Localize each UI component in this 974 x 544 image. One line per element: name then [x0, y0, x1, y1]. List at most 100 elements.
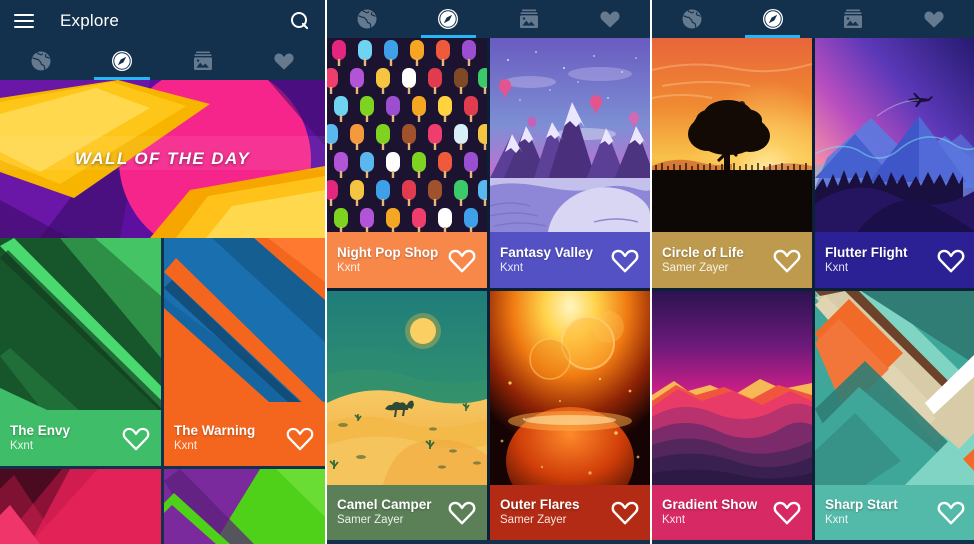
wallpaper-card[interactable]: Fantasy Valley Kxnt	[490, 38, 650, 288]
tab-globe[interactable]	[652, 0, 733, 38]
card-caption: The Envy Kxnt	[0, 410, 161, 466]
heart-outline-icon[interactable]	[610, 498, 640, 526]
globe-icon	[682, 9, 702, 29]
image-stack-icon	[844, 9, 863, 28]
compass-icon	[111, 51, 132, 71]
card-author: Kxnt	[825, 262, 849, 274]
tab-explore[interactable]	[408, 0, 489, 38]
card-title: The Warning	[174, 423, 256, 438]
screen-explore-featured: Explore WALL OF THE DAY The Envy Kxnt Th…	[0, 0, 325, 544]
card-author: Samer Zayer	[662, 262, 729, 274]
flutter-flight-artwork	[815, 38, 974, 232]
heart-outline-icon[interactable]	[936, 498, 966, 526]
heart-outline-icon[interactable]	[772, 498, 802, 526]
heart-icon	[600, 11, 620, 28]
purple-green-artwork	[164, 469, 325, 544]
tab-bar	[327, 0, 650, 38]
wallpaper-card[interactable]: Outer Flares Samer Zayer	[490, 291, 650, 540]
card-title: Outer Flares	[500, 497, 580, 512]
hamburger-menu-icon[interactable]	[14, 14, 34, 28]
card-caption: The Warning Kxnt	[164, 410, 325, 466]
heart-outline-icon[interactable]	[772, 246, 802, 274]
heart-outline-icon[interactable]	[447, 498, 477, 526]
tab-favorites[interactable]	[569, 0, 650, 38]
tab-gallery[interactable]	[489, 0, 570, 38]
tab-indicator	[745, 35, 801, 38]
grid-divider	[327, 288, 650, 291]
heart-outline-icon[interactable]	[285, 424, 315, 452]
wall-of-the-day-card[interactable]: WALL OF THE DAY	[0, 80, 325, 238]
wallpaper-grid: Night Pop Shop Kxnt Fantasy Valley Kxnt …	[327, 38, 650, 540]
card-title: Fantasy Valley	[500, 245, 594, 260]
wallpaper-card[interactable]: Circle of Life Samer Zayer	[652, 38, 812, 288]
card-caption: Gradient Show Kxnt	[652, 484, 812, 540]
card-author: Kxnt	[500, 262, 524, 274]
card-author: Kxnt	[10, 440, 34, 452]
app-bar: Explore	[0, 0, 325, 42]
image-stack-icon	[519, 9, 538, 28]
wallpaper-card[interactable]: Camel Camper Samer Zayer	[327, 291, 487, 540]
heart-outline-icon[interactable]	[447, 246, 477, 274]
heart-outline-icon[interactable]	[936, 246, 966, 274]
globe-icon	[357, 9, 377, 29]
card-author: Samer Zayer	[500, 514, 567, 526]
tab-indicator	[420, 35, 476, 38]
wallpaper-card[interactable]: Flutter Flight Kxnt	[815, 38, 974, 288]
wallpaper-card[interactable]: Night Pop Shop Kxnt	[327, 38, 487, 288]
dark-red-artwork	[0, 469, 161, 544]
card-title: Gradient Show	[662, 497, 758, 512]
tab-favorites[interactable]	[244, 42, 325, 80]
compass-icon	[762, 9, 783, 29]
card-caption: Outer Flares Samer Zayer	[490, 484, 650, 540]
card-caption: Flutter Flight Kxnt	[815, 232, 974, 288]
card-author: Kxnt	[662, 514, 686, 526]
card-caption: Camel Camper Samer Zayer	[327, 484, 487, 540]
card-title: Sharp Start	[825, 497, 898, 512]
wallpaper-card[interactable]: Sharp Start Kxnt	[815, 291, 974, 540]
wallpaper-card[interactable]: The Warning Kxnt	[164, 238, 325, 466]
card-author: Kxnt	[174, 440, 198, 452]
grid-divider	[652, 288, 974, 291]
wallpaper-card[interactable]: Gradient Show Kxnt	[652, 291, 812, 540]
tab-indicator	[94, 77, 150, 80]
featured-label: WALL OF THE DAY	[74, 149, 251, 168]
heart-outline-icon[interactable]	[610, 246, 640, 274]
heart-icon	[924, 11, 944, 28]
outer-flares-artwork	[490, 291, 650, 485]
tab-gallery[interactable]	[163, 42, 244, 80]
card-title: Camel Camper	[337, 497, 432, 512]
wallpaper-grid: Circle of Life Samer Zayer Flutter Fligh…	[652, 38, 974, 540]
tab-explore[interactable]	[733, 0, 814, 38]
screen-explore-grid-b: Circle of Life Samer Zayer Flutter Fligh…	[650, 0, 974, 544]
wallpaper-card-partial[interactable]	[0, 469, 161, 544]
tab-favorites[interactable]	[894, 0, 974, 38]
compass-icon	[438, 9, 459, 29]
tab-bar	[0, 42, 325, 80]
tab-explore[interactable]	[81, 42, 162, 80]
card-title: Flutter Flight	[825, 245, 908, 260]
search-icon[interactable]	[289, 10, 311, 32]
card-title: Night Pop Shop	[337, 245, 439, 260]
tab-gallery[interactable]	[813, 0, 894, 38]
card-caption: Fantasy Valley Kxnt	[490, 232, 650, 288]
circle-of-life-artwork	[652, 38, 812, 232]
fantasy-valley-artwork	[490, 38, 650, 232]
tab-bar	[652, 0, 974, 38]
tab-globe[interactable]	[327, 0, 408, 38]
card-title: Circle of Life	[662, 245, 744, 260]
card-caption: Night Pop Shop Kxnt	[327, 232, 487, 288]
camel-camper-artwork	[327, 291, 487, 485]
card-author: Samer Zayer	[337, 514, 404, 526]
wallpaper-card-partial[interactable]	[164, 469, 325, 544]
card-title: The Envy	[10, 423, 71, 438]
screen-explore-grid-a: Night Pop Shop Kxnt Fantasy Valley Kxnt …	[325, 0, 650, 544]
heart-outline-icon[interactable]	[121, 424, 151, 452]
sharp-start-artwork	[815, 291, 974, 485]
night-pop-shop-artwork	[327, 38, 487, 232]
gradient-show-artwork	[652, 291, 812, 485]
wallpaper-card[interactable]: The Envy Kxnt	[0, 238, 161, 466]
tab-globe[interactable]	[0, 42, 81, 80]
card-caption: Sharp Start Kxnt	[815, 484, 974, 540]
screenshot-collage: Explore WALL OF THE DAY The Envy Kxnt Th…	[0, 0, 974, 544]
card-author: Kxnt	[825, 514, 849, 526]
